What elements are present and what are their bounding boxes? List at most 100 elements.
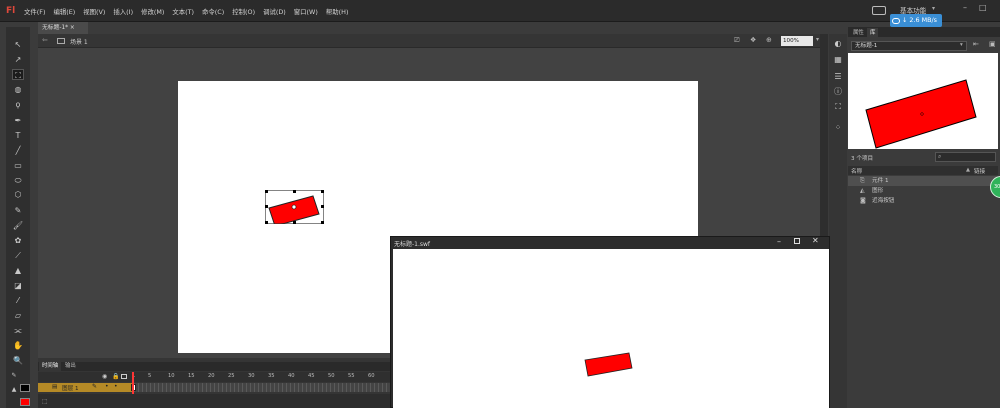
pin-icon[interactable]: ⇤ (973, 40, 979, 48)
free-transform-tool-icon[interactable]: ⛶ (12, 69, 24, 80)
window-minimize-button[interactable]: – (963, 3, 967, 12)
visibility-dot[interactable]: • (105, 383, 109, 390)
network-speed-badge: ↓ 2.6 MB/s (890, 14, 942, 27)
workspace-layout-icon[interactable] (872, 6, 886, 15)
library-item[interactable]: ⎘ 元件 1 (848, 176, 998, 186)
motion-presets-icon[interactable]: ⁘ (833, 123, 843, 133)
red-rectangle[interactable] (268, 195, 320, 224)
pen-tool-icon[interactable]: ✒ (12, 115, 24, 126)
transform-handle[interactable] (321, 190, 324, 193)
library-search-input[interactable]: ⌕ (935, 152, 996, 162)
document-tab[interactable]: 无标题-1* × (38, 22, 88, 34)
selection-tool-icon[interactable]: ↖ (12, 39, 24, 50)
transform-handle[interactable] (293, 190, 296, 193)
menu-insert[interactable]: 插入(I) (113, 7, 133, 16)
info-panel-icon[interactable]: ⓘ (833, 87, 843, 97)
fill-color-swatch[interactable] (20, 398, 30, 406)
menu-edit[interactable]: 编辑(E) (53, 7, 75, 16)
3d-rotation-tool-icon[interactable]: ◍ (12, 84, 24, 95)
library-document-select[interactable]: 无标题-1 (851, 41, 967, 51)
menu-control[interactable]: 控制(O) (232, 7, 255, 16)
eye-icon[interactable]: ◉ (102, 373, 107, 380)
library-item-name: 近海按钮 (872, 198, 895, 204)
swf-maximize-button[interactable] (794, 238, 800, 244)
eyedropper-tool-icon[interactable]: ⁄ (12, 295, 24, 306)
zoom-tool-icon[interactable]: 🔍 (12, 355, 24, 366)
column-name[interactable]: 名称 (851, 167, 862, 175)
ink-bottle-tool-icon[interactable]: ◪ (12, 280, 24, 291)
brush-tool-icon[interactable]: 🖌 (12, 220, 24, 231)
outline-icon[interactable] (121, 374, 127, 379)
transform-handle[interactable] (265, 190, 268, 193)
width-tool-icon[interactable]: ⫘ (12, 325, 24, 336)
scene-icon (57, 38, 65, 44)
frame-ruler[interactable]: ◉ 🔒 1 5 10 15 20 25 30 35 40 45 50 55 60 (38, 372, 390, 382)
scene-label[interactable]: 场景 1 (70, 37, 88, 46)
center-stage-icon[interactable]: ⊕ (766, 36, 772, 44)
frame-number: 30 (248, 373, 255, 379)
library-item[interactable]: ◭ 图形 (848, 186, 998, 196)
polystar-tool-icon[interactable]: ⬡ (12, 189, 24, 200)
swf-minimize-button[interactable]: – (777, 237, 781, 246)
menu-text[interactable]: 文本(T) (172, 7, 194, 16)
text-tool-icon[interactable]: T (12, 130, 24, 141)
hand-tool-icon[interactable]: ✋ (12, 340, 24, 351)
library-item[interactable]: ◙ 近海按钮 (848, 196, 998, 206)
swatches-panel-icon[interactable]: ▦ (833, 55, 843, 65)
stroke-color-swatch[interactable] (20, 384, 30, 392)
menu-file[interactable]: 文件(F) (24, 7, 45, 16)
tools-panel: ↖ ↗ ⛶ ◍ ϙ ✒ T ╱ ▭ ⬭ ⬡ ✎ 🖌 ✿ ⟋ ▲ ◪ ⁄ ▱ ⫘ … (6, 27, 30, 408)
lasso-tool-icon[interactable]: ϙ (12, 99, 24, 110)
pencil-tool-icon[interactable]: ✎ (12, 205, 24, 216)
zoom-select[interactable]: 100% (781, 36, 813, 46)
transform-handle[interactable] (293, 221, 296, 224)
transform-panel-icon[interactable]: ⛶ (833, 102, 843, 112)
window-maximize-button[interactable]: □ (979, 3, 987, 12)
frame-number: 15 (188, 373, 195, 379)
tab-properties[interactable]: 属性 (850, 28, 867, 37)
lock-icon[interactable]: 🔒 (112, 373, 119, 380)
transform-handle[interactable] (265, 205, 268, 208)
transform-point[interactable] (291, 204, 297, 210)
transform-handle[interactable] (321, 205, 324, 208)
edit-scene-icon[interactable]: ⎚ (734, 36, 740, 45)
eraser-tool-icon[interactable]: ▱ (12, 310, 24, 321)
frames-row[interactable] (134, 383, 390, 392)
rectangle-tool-icon[interactable]: ▭ (12, 160, 24, 171)
color-panel-icon[interactable]: ◐ (833, 39, 843, 49)
menu-help[interactable]: 帮助(H) (326, 7, 349, 16)
sort-ascending-icon[interactable]: ▲ (966, 167, 970, 173)
selected-rectangle-shape[interactable] (265, 190, 324, 224)
swf-close-button[interactable]: ✕ (812, 236, 819, 245)
new-library-panel-icon[interactable]: ▣ (989, 40, 996, 48)
bone-tool-icon[interactable]: ⟋ (12, 250, 24, 261)
tab-output[interactable]: 输出 (62, 362, 79, 371)
line-tool-icon[interactable]: ╱ (12, 145, 24, 156)
transform-handle[interactable] (321, 221, 324, 224)
menu-window[interactable]: 窗口(W) (294, 7, 318, 16)
menu-modify[interactable]: 修改(M) (141, 7, 164, 16)
align-panel-icon[interactable]: ☰ (833, 72, 843, 82)
oval-tool-icon[interactable]: ⬭ (12, 175, 24, 186)
lock-dot[interactable]: • (114, 383, 118, 390)
edit-symbols-icon[interactable]: ❖ (750, 36, 756, 44)
chevron-down-icon[interactable]: ▾ (816, 36, 819, 43)
menu-view[interactable]: 视图(V) (83, 7, 105, 16)
subselection-tool-icon[interactable]: ↗ (12, 54, 24, 65)
column-linkage[interactable]: 链接 (974, 167, 985, 175)
frame-number: 40 (288, 373, 295, 379)
tab-library[interactable]: 库 (867, 28, 879, 37)
menu-commands[interactable]: 命令(C) (202, 7, 224, 16)
deco-tool-icon[interactable]: ✿ (12, 235, 24, 246)
paint-bucket-tool-icon[interactable]: ▲ (12, 265, 24, 276)
chevron-down-icon[interactable]: ▾ (932, 5, 935, 12)
frame-number: 55 (348, 373, 355, 379)
transform-handle[interactable] (265, 221, 268, 224)
back-arrow-icon[interactable]: ⇐ (42, 36, 48, 44)
tab-timeline[interactable]: 时间轴 (39, 362, 62, 371)
menu-debug[interactable]: 调试(D) (263, 7, 286, 16)
layer-row[interactable]: ▤ 图层 1 ✎ • • (38, 383, 132, 392)
chevron-down-icon[interactable]: ▾ (960, 42, 963, 48)
layer-name[interactable]: 图层 1 (62, 384, 79, 392)
new-layer-icon[interactable]: ⬚ (42, 398, 48, 405)
